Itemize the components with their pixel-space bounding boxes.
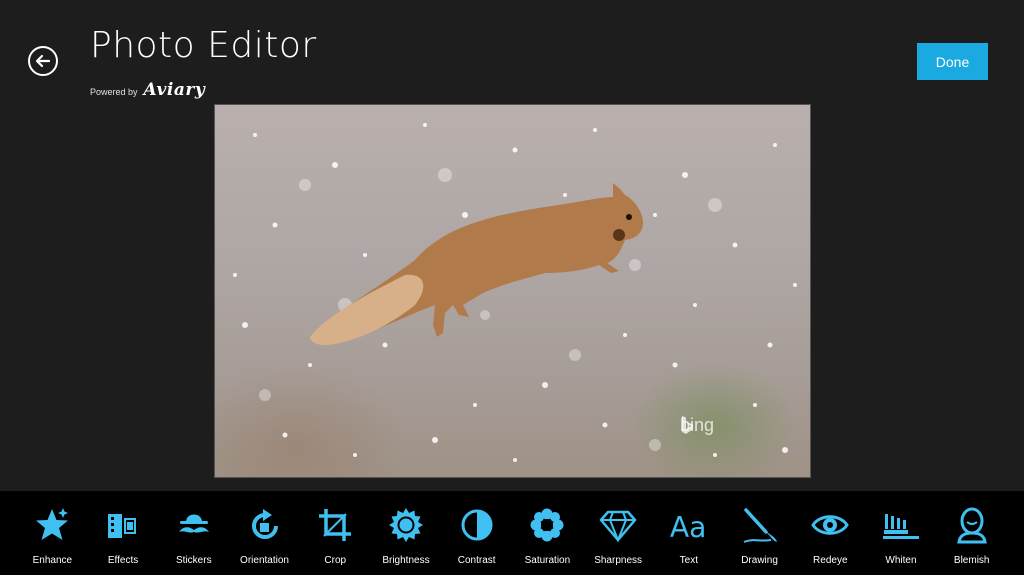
star-icon: [36, 508, 69, 540]
rotate-icon: [251, 509, 278, 539]
tool-effects[interactable]: Effects: [88, 491, 159, 575]
tool-label: Redeye: [813, 555, 848, 566]
tool-label: Effects: [107, 555, 139, 566]
powered-by-label: Powered by: [90, 87, 138, 97]
tool-label: Stickers: [176, 555, 212, 566]
photo-canvas[interactable]: bing: [214, 104, 811, 478]
tool-contrast[interactable]: Contrast: [441, 491, 512, 575]
eye-icon: [811, 515, 850, 535]
toothbrush-icon: [882, 514, 919, 539]
tool-label: Whiten: [885, 555, 917, 566]
tool-label: Drawing: [741, 555, 778, 566]
tool-brightness[interactable]: Brightness: [371, 491, 442, 575]
crop-icon: [319, 509, 352, 541]
film-icon: [108, 514, 137, 538]
tool-label: Crop: [324, 555, 347, 566]
bing-icon: [682, 416, 693, 434]
back-button[interactable]: [28, 46, 58, 76]
tool-label: Orientation: [240, 555, 289, 566]
tool-label: Blemish: [953, 555, 990, 566]
brush-icon: [743, 508, 777, 543]
bing-watermark: bing: [680, 415, 714, 436]
tool-label: Brightness: [382, 555, 430, 566]
tool-sharpness[interactable]: Sharpness: [583, 491, 654, 575]
tool-label: Enhance: [32, 555, 73, 566]
contrast-icon: [461, 509, 493, 541]
tool-label: Sharpness: [594, 555, 643, 566]
tool-label: Saturation: [524, 555, 571, 566]
arrow-left-icon: [35, 54, 51, 68]
tool-redeye[interactable]: Redeye: [795, 491, 866, 575]
tool-enhance[interactable]: Enhance: [17, 491, 88, 575]
face-icon: [956, 507, 987, 544]
tool-orientation[interactable]: Orientation: [229, 491, 300, 575]
mustache-hat-icon: [178, 514, 209, 533]
tool-text[interactable]: Aa Text: [653, 491, 724, 575]
sun-icon: [388, 508, 423, 542]
flower-icon: [530, 508, 564, 542]
tool-crop[interactable]: Crop: [300, 491, 371, 575]
tool-label: Contrast: [457, 555, 496, 566]
svg-text:Aa: Aa: [670, 511, 707, 544]
text-icon: Aa: [670, 511, 707, 544]
tool-whiten[interactable]: Whiten: [866, 491, 937, 575]
squirrel-photo: [233, 123, 797, 462]
aviary-logo: Aviary: [143, 80, 206, 100]
tool-label: Text: [679, 555, 698, 566]
done-button[interactable]: Done: [917, 43, 988, 80]
tool-saturation[interactable]: Saturation: [512, 491, 583, 575]
powered-by: Powered by Aviary: [90, 80, 205, 100]
page-title: Photo Editor: [90, 25, 317, 66]
diamond-icon: [599, 510, 637, 543]
tool-blemish[interactable]: Blemish: [936, 491, 1007, 575]
tool-drawing[interactable]: Drawing: [724, 491, 795, 575]
tools-toolbar: Enhance Effects Stickers Orientation Cro…: [0, 491, 1024, 575]
tool-stickers[interactable]: Stickers: [158, 491, 229, 575]
